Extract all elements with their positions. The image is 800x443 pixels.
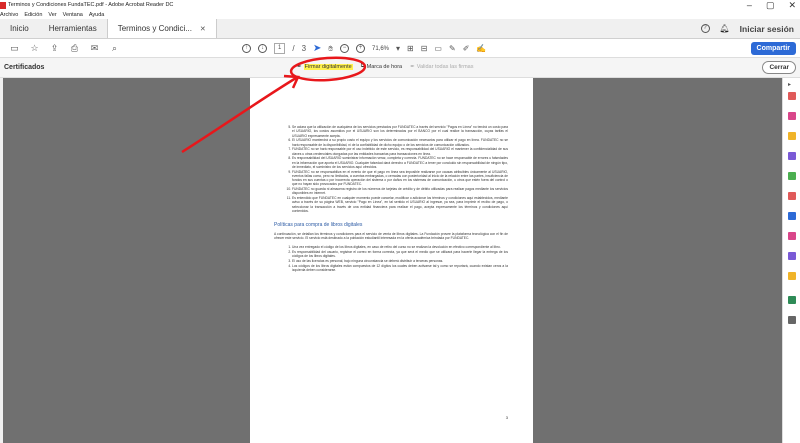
save-icon[interactable]: ▭ — [9, 43, 20, 54]
collapse-arrow-icon[interactable]: ▸ — [788, 81, 791, 88]
list-item: Es entendido que FUNDATEC en cualquier m… — [292, 196, 508, 213]
maximize-button[interactable]: ▢ — [766, 0, 775, 10]
timestamp-icon: ⧉ — [360, 63, 365, 69]
create-pdf-icon[interactable] — [788, 92, 796, 100]
close-window-button[interactable]: ✕ — [788, 0, 796, 10]
search-icon[interactable]: ⌕ — [109, 43, 120, 54]
list-item: Los códigos de los libros digitales está… — [292, 264, 508, 273]
share-button[interactable]: Compartir — [750, 42, 796, 55]
list-item: Es responsabilidad del usuario, registra… — [292, 250, 508, 259]
mail-icon[interactable]: ✉ — [89, 43, 100, 54]
tab-document-label: Terminos y Condici... — [117, 24, 192, 33]
page-number-input[interactable]: 1 — [274, 43, 286, 54]
sign-in-link[interactable]: Iniciar sesión — [740, 24, 794, 34]
page-number: 3 — [505, 415, 508, 420]
books-list: Una vez entregado el código de los libro… — [274, 245, 508, 272]
list-item: Se aclara que la utilización de cualquie… — [292, 125, 508, 138]
list-item: FUNDATEC no guarda ni almacena registro … — [292, 187, 508, 196]
hand-icon[interactable]: ✋︎ — [328, 44, 333, 54]
combine-icon[interactable] — [788, 152, 796, 160]
navigation-tools: ↑ ↓ 1 / 3 ➤ ✋︎ − + 71,6% ▾ ⊞ ⊟ ▭ ✎ ✐ ✍ — [242, 39, 486, 58]
window-title: Terminos y Condiciones FundaTEC.pdf - Ad… — [8, 2, 174, 8]
menu-ventana[interactable]: Ventana — [63, 12, 83, 18]
terms-list: Se aclara que la utilización de cualquie… — [274, 125, 508, 213]
list-item: Es responsabilidad del USUARIO suministr… — [292, 156, 508, 169]
list-item: FUNDATEC no se responsabiliza en el even… — [292, 170, 508, 187]
page-fit-icon[interactable]: ⊞ — [407, 44, 414, 53]
right-tools-rail: ▸ — [782, 78, 800, 443]
highlight-icon[interactable]: ✐ — [463, 44, 470, 53]
list-item: FUNDATEC no se hará responsable por el u… — [292, 147, 508, 156]
tab-home[interactable]: Inicio — [0, 19, 39, 38]
pdf-page: Se aclara que la utilización de cualquie… — [250, 78, 533, 443]
send-icon[interactable] — [788, 272, 796, 280]
protect-icon[interactable] — [788, 212, 796, 220]
menu-archivo[interactable]: Archivo — [0, 12, 18, 18]
print-icon[interactable]: ⎙ — [69, 43, 80, 54]
zoom-level[interactable]: 71,6% — [372, 46, 389, 52]
menu-edicion[interactable]: Edición — [24, 12, 42, 18]
page-total: 3 — [301, 44, 307, 53]
upload-icon[interactable]: ⇪ — [49, 43, 60, 54]
comment-tool-icon[interactable] — [788, 132, 796, 140]
help-icon[interactable]: ? — [700, 24, 710, 33]
close-certificates-button[interactable]: Cerrar — [762, 61, 796, 74]
signature-icon[interactable]: ✍ — [476, 44, 486, 53]
sign-pen-icon: ✒ — [297, 63, 302, 70]
zoom-out-icon[interactable]: − — [339, 44, 349, 53]
next-page-icon[interactable]: ↓ — [258, 44, 267, 53]
title-bar: Terminos y Condiciones FundaTEC.pdf - Ad… — [0, 0, 800, 10]
organize-icon[interactable] — [788, 172, 796, 180]
certificates-bar: Certificados ✒ Firmar digitalmente ⧉ Mar… — [0, 58, 800, 78]
validate-icon: ✒ — [410, 63, 415, 70]
sign-digitally-button[interactable]: ✒ Firmar digitalmente — [297, 63, 353, 70]
chevron-down-icon[interactable]: ▾ — [396, 44, 400, 53]
certificates-tool-icon[interactable] — [788, 296, 796, 304]
optimize-icon[interactable] — [788, 232, 796, 240]
close-tab-icon[interactable]: ✕ — [200, 25, 206, 33]
cursor-icon[interactable]: ➤ — [313, 43, 321, 54]
timestamp-button[interactable]: ⧉ Marca de hora — [361, 63, 402, 70]
menu-ver[interactable]: Ver — [48, 12, 56, 18]
section-paragraph: A continuación, se detallan los términos… — [274, 231, 508, 240]
certificates-title: Certificados — [4, 64, 45, 71]
tab-document[interactable]: Terminos y Condici... ✕ — [106, 19, 217, 38]
page-separator: / — [292, 44, 295, 53]
sign-digitally-label: Firmar digitalmente — [303, 63, 353, 70]
list-item: Una vez entregado el código de los libro… — [292, 245, 508, 249]
section-title: Políticas para compra de libros digitale… — [274, 222, 363, 229]
timestamp-label: Marca de hora — [366, 63, 403, 70]
more-tools-icon[interactable] — [788, 316, 796, 324]
menu-ayuda[interactable]: Ayuda — [89, 12, 105, 18]
redact-icon[interactable] — [788, 192, 796, 200]
list-item: El USUARIO mantendrá a su propio costo e… — [292, 138, 508, 147]
list-item: El uso de las licencias es personal, baj… — [292, 259, 508, 263]
validate-signatures-button[interactable]: ✒ Validar todas las firmas — [410, 64, 473, 70]
acrobat-app-icon — [0, 1, 6, 9]
window-controls: – ▢ ✕ — [747, 0, 796, 10]
bell-icon[interactable]: 🔔︎ — [720, 24, 730, 33]
tab-tools[interactable]: Herramientas — [39, 19, 107, 38]
scroll-mode-icon[interactable]: ⊟ — [421, 44, 428, 53]
menu-bar: Archivo Edición Ver Ventana Ayuda — [0, 10, 800, 19]
edit-pdf-icon[interactable] — [788, 112, 796, 120]
tab-bar: Inicio Herramientas Terminos y Condici..… — [0, 19, 800, 39]
prev-page-icon[interactable]: ↑ — [242, 44, 251, 53]
pen-icon[interactable]: ✎ — [449, 44, 456, 53]
comment-icon[interactable]: ▭ — [434, 44, 442, 53]
minimize-button[interactable]: – — [747, 0, 752, 10]
validate-label: Validar todas las firmas — [416, 63, 474, 70]
main-toolbar: ▭ ☆ ⇪ ⎙ ✉ ⌕ ↑ ↓ 1 / 3 ➤ ✋︎ − + 71,6% ▾ ⊞… — [0, 39, 800, 58]
fill-sign-icon[interactable] — [788, 252, 796, 260]
zoom-in-icon[interactable]: + — [355, 44, 365, 53]
star-icon[interactable]: ☆ — [29, 43, 40, 54]
certificates-tools: ✒ Firmar digitalmente ⧉ Marca de hora ✒ … — [297, 63, 473, 70]
tabbar-right: ? 🔔︎ Iniciar sesión — [700, 19, 800, 38]
